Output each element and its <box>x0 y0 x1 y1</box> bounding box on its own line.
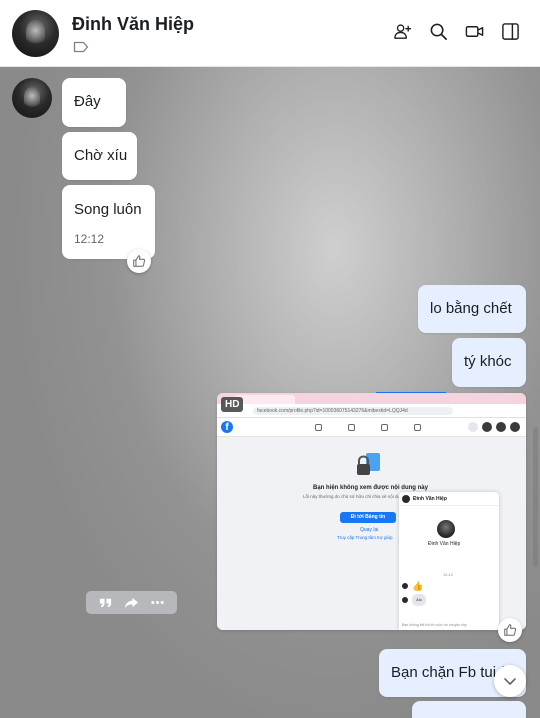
add-member-icon[interactable] <box>393 22 412 41</box>
messenger-row-avatar <box>402 583 408 589</box>
outgoing-message[interactable]: tý khóc <box>452 338 526 387</box>
messenger-name: Đinh Văn Hiệp <box>413 496 447 502</box>
reaction-like-button[interactable] <box>498 618 522 642</box>
browser-tab <box>235 395 295 404</box>
incoming-message[interactable]: Song luôn 12:12 <box>62 185 155 259</box>
lock-icon <box>357 453 380 475</box>
messenger-profile-avatar <box>437 520 455 538</box>
messenger-time: 12:12 <box>443 572 454 577</box>
message-text: Chờ xíu <box>74 147 128 164</box>
thumbs-up-icon <box>133 255 146 267</box>
message-text: Song luôn <box>74 201 142 218</box>
contact-avatar[interactable] <box>12 10 59 57</box>
tag-icon[interactable] <box>73 41 89 53</box>
message-time: 12:12 <box>74 232 105 246</box>
image-attachment[interactable]: HD facebook.com/profile.php?id=100036075… <box>217 393 526 630</box>
hd-badge: HD <box>221 397 244 412</box>
messenger-row-avatar <box>402 597 408 603</box>
reaction-like-button[interactable] <box>127 249 151 273</box>
scroll-to-bottom-button[interactable] <box>494 665 526 697</box>
quote-reply-icon[interactable] <box>98 595 113 610</box>
facebook-logo-icon: f <box>221 421 233 433</box>
chevron-down-icon <box>504 678 516 685</box>
messenger-profile-name: Đinh Văn Hiệp <box>428 541 461 547</box>
browser-url: facebook.com/profile.php?id=100036075143… <box>253 407 453 415</box>
facebook-back-link: Quay lại <box>360 527 379 533</box>
facebook-error-title: Bạn hiện không xem được nội dung này <box>313 485 428 491</box>
sender-avatar[interactable] <box>12 78 52 118</box>
messenger-header: Đinh Văn Hiệp <box>399 492 499 506</box>
thumbs-up-icon <box>504 624 517 636</box>
search-icon[interactable] <box>429 22 448 41</box>
facebook-nav-icons <box>315 424 421 431</box>
chat-header: Đinh Văn Hiệp <box>0 0 540 67</box>
video-call-icon[interactable] <box>465 22 484 41</box>
facebook-navbar: f <box>217 418 526 437</box>
outgoing-message-partial[interactable] <box>412 701 526 718</box>
message-text: Đây <box>74 93 101 110</box>
toggle-sidebar-icon[interactable] <box>501 22 520 41</box>
messenger-bubble: Alo <box>412 594 426 606</box>
facebook-error-subtitle: Lỗi này thường do chủ sở hữu chỉ chia sẻ… <box>303 494 413 499</box>
more-options-icon[interactable] <box>150 595 165 610</box>
facebook-help-link: Truy cập Trung tâm trợ giúp <box>337 535 393 540</box>
messenger-avatar <box>402 495 410 503</box>
browser-urlbar: facebook.com/profile.php?id=100036075143… <box>217 404 526 418</box>
message-text: lo bằng chết <box>430 300 512 317</box>
messenger-popup: Đinh Văn Hiệp Đinh Văn Hiệp 12:12 👍 Alo … <box>399 492 499 630</box>
facebook-account-icons <box>468 422 520 432</box>
incoming-message[interactable]: Đây <box>62 78 126 127</box>
messenger-footer: Bạn không thể trả lời cuộc trò chuyện nà… <box>402 623 467 627</box>
message-text: tý khóc <box>464 353 512 370</box>
incoming-message[interactable]: Chờ xíu <box>62 132 137 180</box>
chat-scrollbar[interactable] <box>533 427 538 567</box>
message-text: Bạn chặn Fb tui à <box>391 664 509 681</box>
browser-tabbar <box>217 393 526 404</box>
message-actions-toolbar <box>86 591 177 614</box>
thumbs-up-icon: 👍 <box>412 581 424 591</box>
facebook-feed-button: Đi tới Bảng tin <box>340 512 396 523</box>
contact-name[interactable]: Đinh Văn Hiệp <box>72 14 194 35</box>
forward-icon[interactable] <box>124 595 139 610</box>
outgoing-message[interactable]: lo bằng chết <box>418 285 526 333</box>
chat-message-area[interactable]: Đây Chờ xíu Song luôn 12:12 lo bằng chết… <box>0 67 540 718</box>
